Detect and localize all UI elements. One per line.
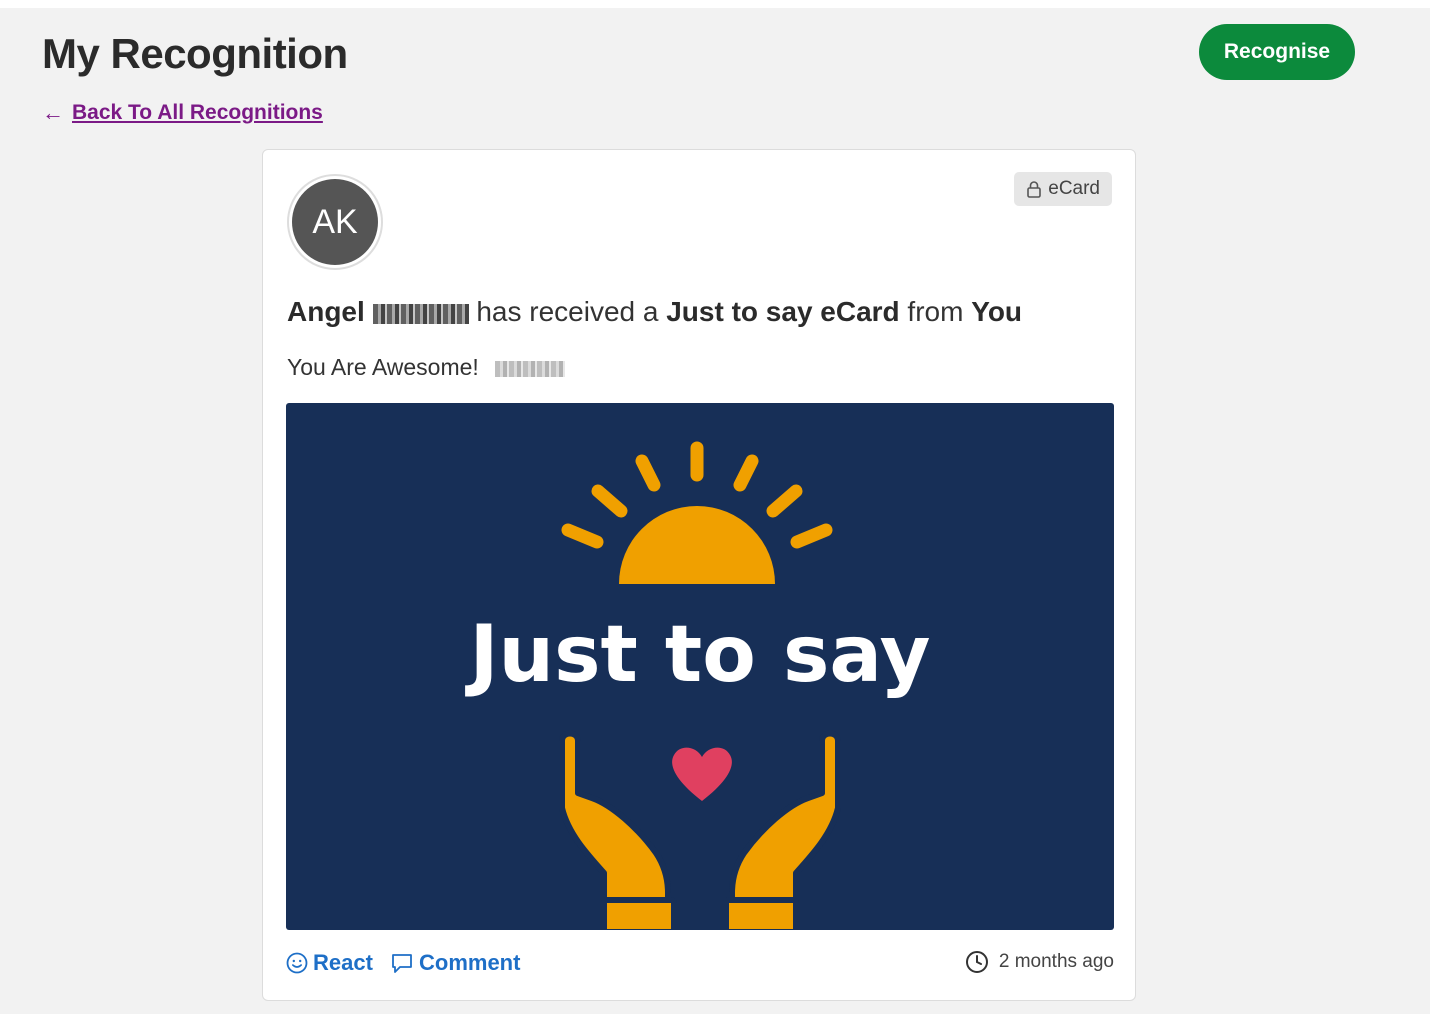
recognition-card: AK eCard Angel has received a Just to sa…: [262, 149, 1136, 1001]
recognise-button[interactable]: Recognise: [1199, 24, 1355, 80]
comment-button[interactable]: Comment: [390, 950, 520, 976]
ecard-image-text: Just to say: [465, 610, 931, 700]
avatar: AK: [287, 174, 383, 270]
back-link-label: Back To All Recognitions: [72, 101, 323, 124]
ecard-badge-label: eCard: [1048, 178, 1100, 199]
time-ago-label: 2 months ago: [998, 951, 1114, 972]
lock-icon: [1027, 181, 1042, 198]
react-button[interactable]: React: [286, 950, 373, 976]
headline-text: has received a: [468, 296, 667, 327]
redacted-surname: [372, 303, 469, 324]
ecard-image: Just to say: [286, 403, 1114, 930]
sender-name: You: [971, 296, 1023, 327]
recipient-name: Angel: [287, 296, 365, 327]
card-footer: React Comment 2 months ago: [286, 950, 1114, 980]
react-label: React: [313, 950, 373, 975]
heart-icon: [672, 747, 732, 801]
arrow-left-icon: ←: [42, 100, 64, 125]
timestamp: 2 months ago: [965, 950, 1114, 974]
message-text: You Are Awesome!: [287, 354, 479, 380]
redacted-message-part: [495, 360, 566, 377]
speech-bubble-icon: [392, 954, 412, 973]
comment-label: Comment: [419, 950, 521, 975]
right-hand-icon: [723, 730, 841, 930]
page-title: My Recognition: [42, 30, 348, 77]
smiley-icon: [286, 952, 308, 974]
recognition-message: You Are Awesome!: [287, 354, 566, 381]
recognition-headline: Angel has received a Just to say eCard f…: [287, 296, 1022, 328]
sun-half-icon: [619, 506, 775, 584]
left-hand-icon: [559, 730, 677, 930]
ecard-name: Just to say eCard: [666, 296, 900, 327]
back-to-all-recognitions-link[interactable]: ← Back To All Recognitions: [42, 100, 323, 126]
page-background: My Recognition Recognise ← Back To All R…: [0, 8, 1430, 1014]
clock-icon: [965, 951, 988, 973]
ecard-badge: eCard: [1014, 172, 1112, 206]
headline-from: from: [899, 296, 972, 327]
avatar-initials: AK: [292, 179, 378, 265]
